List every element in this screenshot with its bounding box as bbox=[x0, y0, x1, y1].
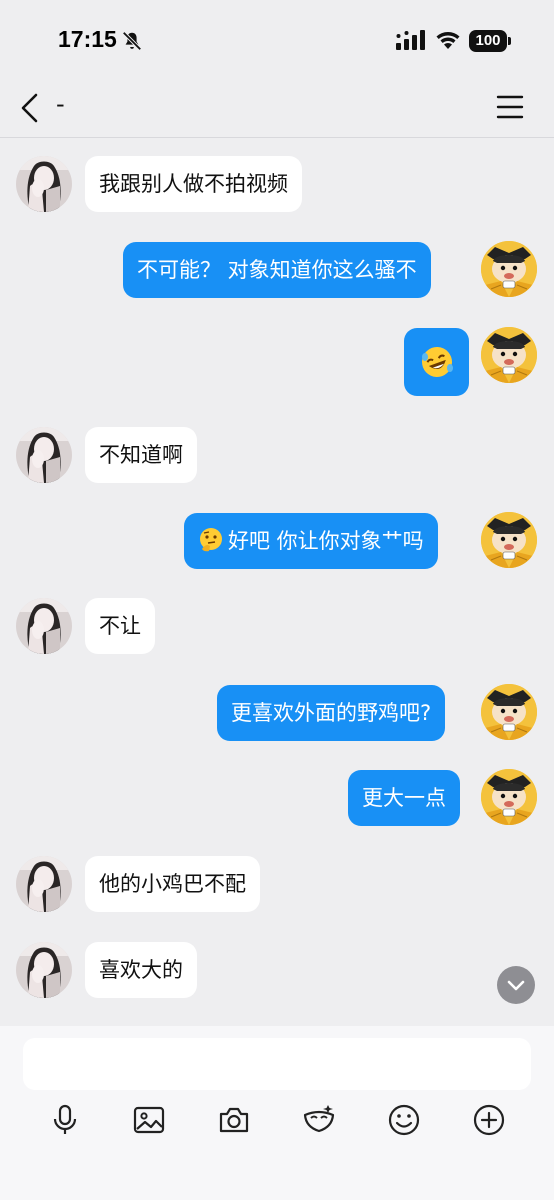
contact-avatar[interactable] bbox=[16, 427, 72, 483]
message-row bbox=[0, 327, 554, 397]
contact-avatar[interactable] bbox=[16, 856, 72, 912]
chevron-down-icon bbox=[507, 980, 525, 991]
sent-message-bubble[interactable]: 好吧 你让你对象艹吗 bbox=[184, 513, 438, 569]
message-row: 我跟别人做不拍视频 bbox=[0, 155, 554, 215]
message-row: 他的小鸡巴不配 bbox=[0, 855, 554, 915]
message-row: 喜欢大的 bbox=[0, 941, 554, 1001]
bell-slash-icon bbox=[122, 31, 142, 51]
message-input[interactable] bbox=[23, 1038, 531, 1090]
battery-icon: 100 bbox=[469, 30, 507, 52]
contact-avatar[interactable] bbox=[16, 598, 72, 654]
user-avatar[interactable] bbox=[481, 769, 537, 825]
plus-icon[interactable] bbox=[472, 1103, 506, 1137]
status-bar: 17:15 100 bbox=[0, 0, 554, 80]
image-icon[interactable] bbox=[132, 1103, 166, 1137]
received-message-bubble[interactable]: 不知道啊 bbox=[85, 427, 197, 483]
sent-message-bubble[interactable]: 更大一点 bbox=[348, 770, 460, 826]
user-avatar[interactable] bbox=[481, 327, 537, 383]
sent-message-bubble[interactable]: 更喜欢外面的野鸡吧? bbox=[217, 685, 446, 741]
wifi-icon bbox=[436, 32, 460, 49]
message-row: 不让 bbox=[0, 597, 554, 657]
camera-icon[interactable] bbox=[217, 1103, 251, 1137]
received-message-bubble[interactable]: 我跟别人做不拍视频 bbox=[85, 156, 302, 212]
chat-title: - bbox=[56, 90, 65, 118]
signal-icon bbox=[396, 30, 425, 50]
contact-avatar[interactable] bbox=[16, 156, 72, 212]
battery-tip bbox=[508, 37, 511, 45]
rolling-on-floor-laughing-emoji bbox=[422, 347, 453, 377]
message-row: 不可能？ 对象知道你这么骚不 bbox=[0, 241, 554, 301]
received-message-bubble[interactable]: 他的小鸡巴不配 bbox=[85, 856, 260, 912]
message-row: 不知道啊 bbox=[0, 426, 554, 486]
sent-emoji-bubble[interactable] bbox=[404, 328, 469, 396]
sent-message-bubble[interactable]: 不可能？ 对象知道你这么骚不 bbox=[123, 242, 431, 298]
message-row: 更大一点 bbox=[0, 769, 554, 829]
input-area bbox=[0, 1026, 554, 1200]
message-text: 好吧 你让你对象艹吗 bbox=[228, 529, 424, 553]
user-avatar[interactable] bbox=[481, 241, 537, 297]
status-time: 17:15 bbox=[58, 26, 117, 52]
received-message-bubble[interactable]: 喜欢大的 bbox=[85, 942, 197, 998]
microphone-icon[interactable] bbox=[48, 1103, 82, 1137]
emoji-icon[interactable] bbox=[387, 1103, 421, 1137]
user-avatar[interactable] bbox=[481, 684, 537, 740]
chevron-left-icon[interactable] bbox=[18, 92, 42, 124]
thinking-face-emoji bbox=[200, 528, 222, 552]
received-message-bubble[interactable]: 不让 bbox=[85, 598, 155, 654]
contact-avatar[interactable] bbox=[16, 942, 72, 998]
message-row: 更喜欢外面的野鸡吧? bbox=[0, 684, 554, 744]
face-mask-icon[interactable] bbox=[302, 1103, 336, 1137]
scroll-to-bottom-button[interactable] bbox=[497, 966, 535, 1004]
hamburger-menu-icon[interactable] bbox=[496, 94, 524, 120]
nav-bar: - bbox=[0, 80, 554, 138]
user-avatar[interactable] bbox=[481, 512, 537, 568]
message-row: 好吧 你让你对象艹吗 bbox=[0, 512, 554, 572]
